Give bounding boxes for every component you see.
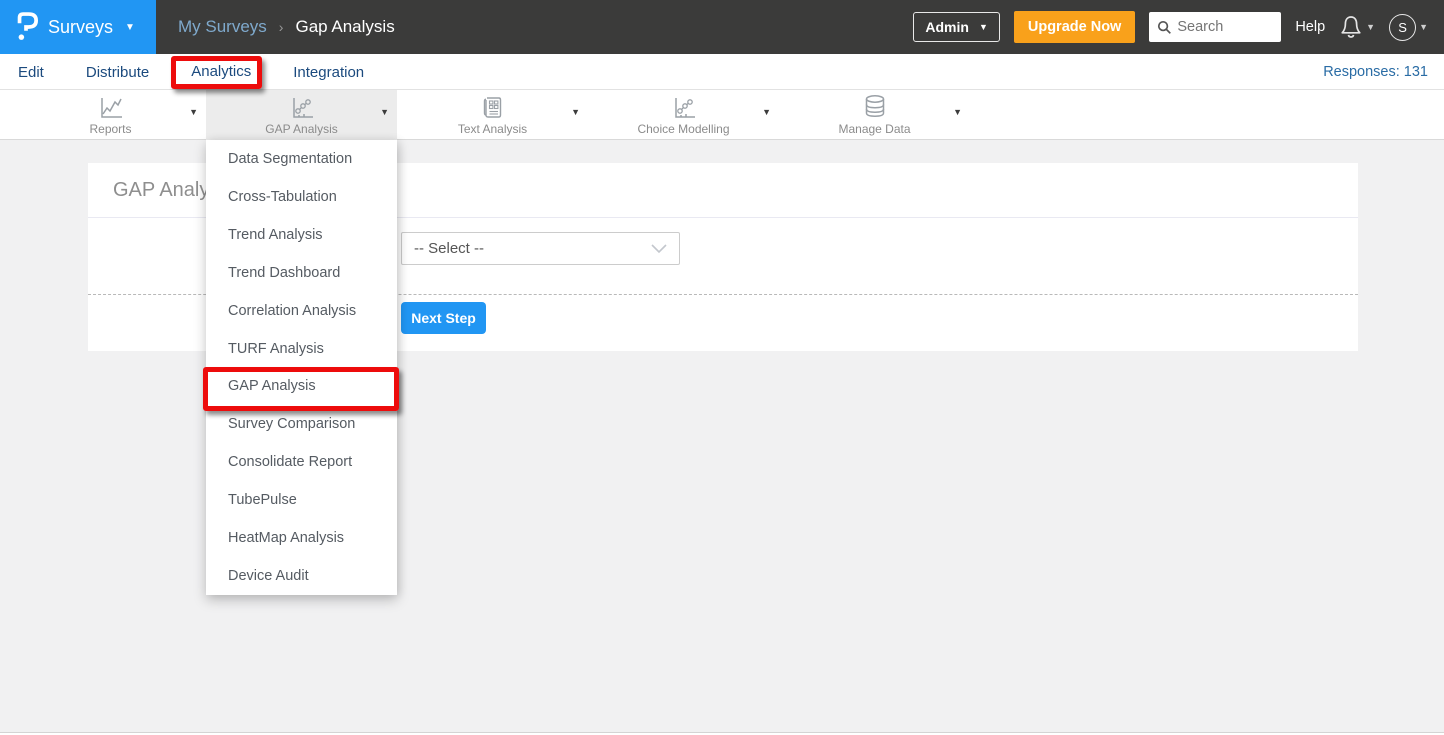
- menu-item-data-segmentation[interactable]: Data Segmentation: [206, 140, 397, 178]
- toolbar-item-manage-data[interactable]: Manage Data ▼: [779, 90, 970, 140]
- scatter-chart-icon: [289, 94, 315, 120]
- tab-analytics[interactable]: Analytics: [191, 56, 251, 87]
- menu-item-consolidate-report[interactable]: Consolidate Report: [206, 443, 397, 481]
- database-icon: [862, 94, 888, 120]
- help-link[interactable]: Help: [1295, 19, 1325, 35]
- top-bar: Surveys ▼ My Surveys › Gap Analysis Admi…: [0, 0, 1444, 54]
- menu-item-correlation-analysis[interactable]: Correlation Analysis: [206, 292, 397, 330]
- chevron-down-icon: ▼: [1419, 22, 1428, 32]
- chevron-down-icon: [651, 244, 667, 254]
- chevron-down-icon: ▼: [1366, 22, 1375, 32]
- chevron-down-icon: ▼: [979, 22, 988, 32]
- toolbar-item-label: Manage Data: [838, 122, 910, 136]
- next-step-button[interactable]: Next Step: [401, 302, 486, 334]
- document-icon: [480, 94, 506, 120]
- responses-count: Responses: 131: [1323, 64, 1428, 80]
- line-chart-icon: [98, 94, 124, 120]
- brand-surveys-menu[interactable]: Surveys ▼: [0, 0, 156, 54]
- menu-item-cross-tabulation[interactable]: Cross-Tabulation: [206, 178, 397, 216]
- menu-item-trend-dashboard[interactable]: Trend Dashboard: [206, 254, 397, 292]
- admin-label: Admin: [925, 19, 969, 35]
- chevron-down-icon[interactable]: ▼: [380, 107, 389, 117]
- menu-item-gap-analysis[interactable]: GAP Analysis: [206, 368, 397, 406]
- tab-distribute[interactable]: Distribute: [86, 57, 149, 86]
- search-icon: [1157, 20, 1172, 35]
- chevron-down-icon[interactable]: ▼: [189, 107, 198, 117]
- toolbar-item-reports[interactable]: Reports ▼: [15, 90, 206, 140]
- toolbar-item-choice-modelling[interactable]: Choice Modelling ▼: [588, 90, 779, 140]
- chevron-down-icon[interactable]: ▼: [571, 107, 580, 117]
- menu-item-heatmap-analysis[interactable]: HeatMap Analysis: [206, 519, 397, 557]
- breadcrumb: My Surveys › Gap Analysis: [178, 17, 395, 37]
- menu-item-turf-analysis[interactable]: TURF Analysis: [206, 330, 397, 368]
- gap-analysis-dropdown-menu: Data Segmentation Cross-Tabulation Trend…: [206, 140, 397, 595]
- upgrade-now-button[interactable]: Upgrade Now: [1014, 11, 1135, 43]
- admin-dropdown-button[interactable]: Admin ▼: [913, 12, 999, 42]
- tab-integration[interactable]: Integration: [293, 57, 364, 86]
- toolbar-item-label: Reports: [89, 122, 131, 136]
- breadcrumb-my-surveys[interactable]: My Surveys: [178, 17, 267, 37]
- chevron-down-icon[interactable]: ▼: [762, 107, 771, 117]
- notifications-menu[interactable]: ▼: [1339, 14, 1375, 40]
- brand-label: Surveys: [48, 17, 113, 38]
- toolbar-item-gap-analysis[interactable]: GAP Analysis ▼: [206, 90, 397, 140]
- breadcrumb-current: Gap Analysis: [295, 17, 394, 37]
- chevron-down-icon[interactable]: ▼: [953, 107, 962, 117]
- topbar-right-cluster: Admin ▼ Upgrade Now Help ▼ S ▼: [913, 11, 1444, 43]
- chevron-down-icon: ▼: [125, 22, 135, 33]
- tab-edit[interactable]: Edit: [18, 57, 44, 86]
- toolbar-item-text-analysis[interactable]: Text Analysis ▼: [397, 90, 588, 140]
- menu-item-trend-analysis[interactable]: Trend Analysis: [206, 216, 397, 254]
- menu-item-device-audit[interactable]: Device Audit: [206, 557, 397, 595]
- toolbar-item-label: Choice Modelling: [637, 122, 729, 136]
- select-value: -- Select --: [414, 240, 484, 257]
- menu-item-survey-comparison[interactable]: Survey Comparison: [206, 405, 397, 443]
- menu-item-tubepulse[interactable]: TubePulse: [206, 481, 397, 519]
- avatar: S: [1389, 14, 1416, 41]
- toolbar-item-label: Text Analysis: [458, 122, 527, 136]
- question-select[interactable]: -- Select --: [401, 232, 680, 265]
- breadcrumb-separator: ›: [279, 19, 284, 35]
- questionpro-logo-icon: [14, 11, 38, 43]
- account-menu[interactable]: S ▼: [1389, 14, 1428, 41]
- analytics-toolbar: Reports ▼ GAP Analysis ▼: [0, 90, 1444, 140]
- search-input[interactable]: [1177, 19, 1277, 35]
- search-box[interactable]: [1149, 12, 1281, 42]
- scatter-chart-icon: [671, 94, 697, 120]
- toolbar-item-label: GAP Analysis: [265, 122, 337, 136]
- bell-icon: [1339, 14, 1363, 40]
- survey-tab-bar: Edit Distribute Analytics Integration Re…: [0, 54, 1444, 90]
